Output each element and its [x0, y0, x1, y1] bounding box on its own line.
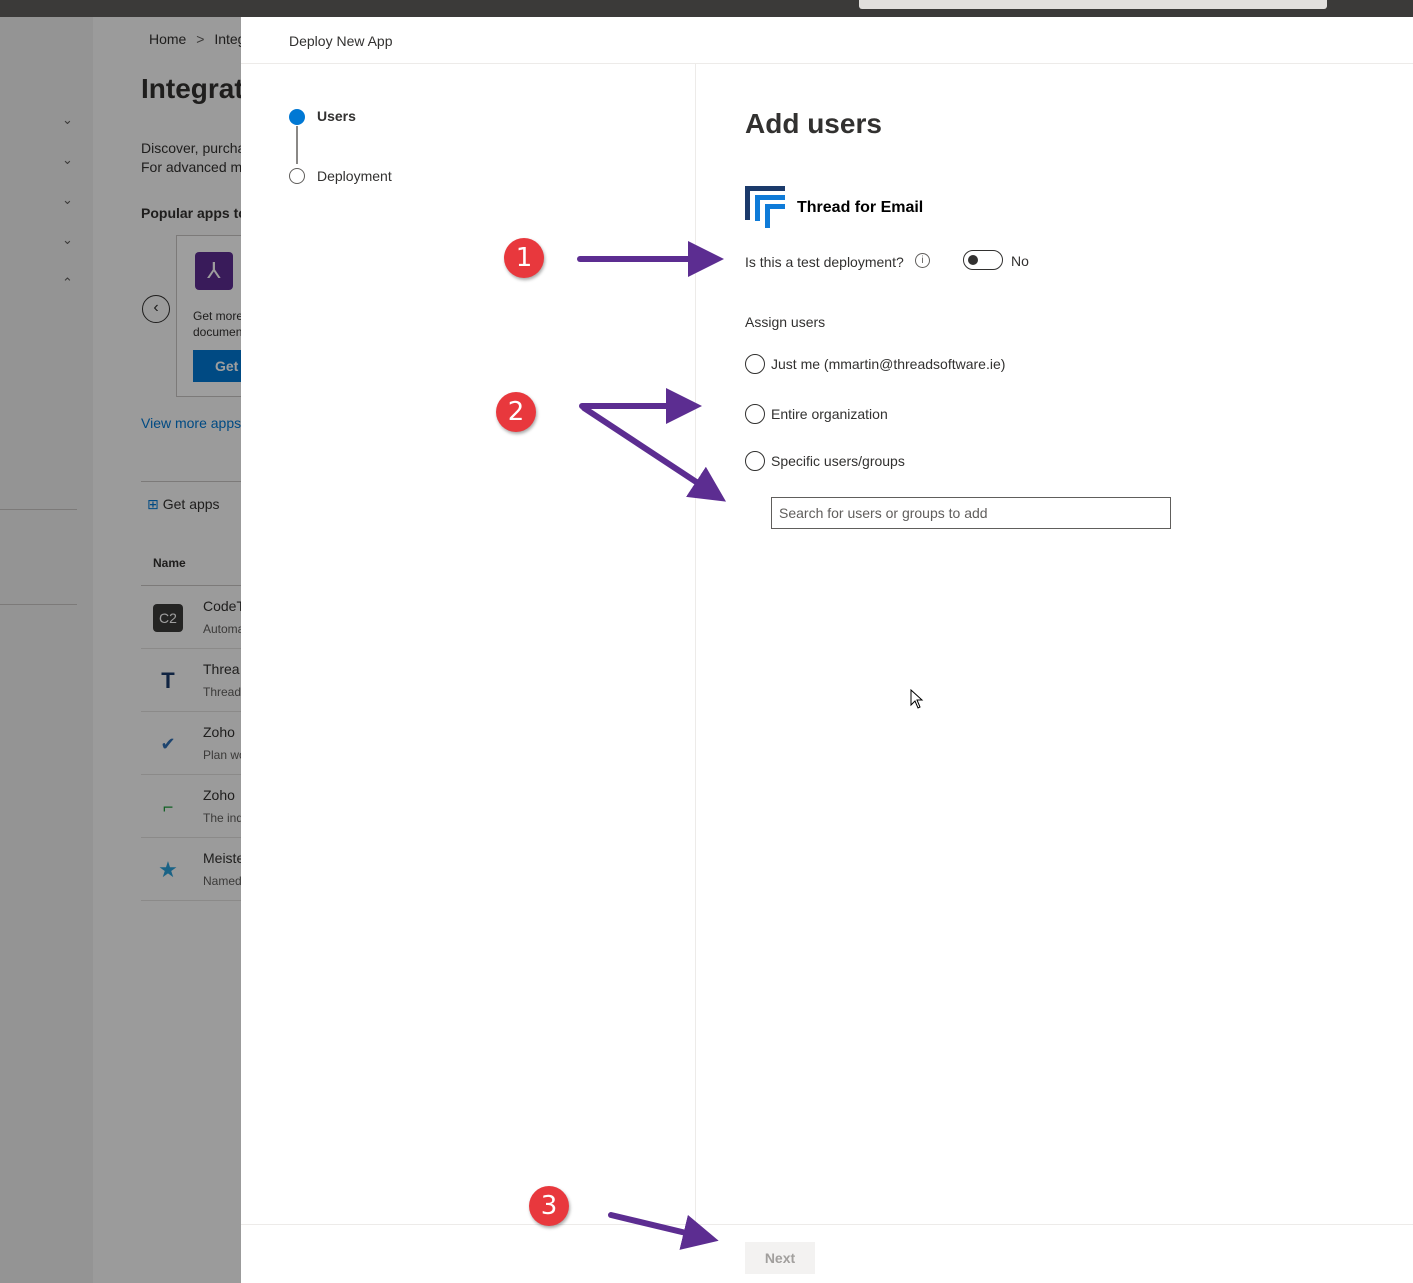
radio-entire-organization[interactable]	[745, 404, 765, 424]
global-search-bar[interactable]	[859, 0, 1327, 9]
step-connector	[296, 126, 298, 164]
next-button[interactable]: Next	[745, 1242, 815, 1274]
option-label: Just me (mmartin@threadsoftware.ie)	[771, 356, 1006, 372]
top-bar	[0, 0, 1413, 17]
step-deployment-indicator	[289, 168, 305, 184]
toggle-state-label: No	[1011, 253, 1029, 269]
wizard-steps: Users Deployment	[241, 64, 696, 1224]
app-name: Thread for Email	[797, 199, 924, 216]
info-icon[interactable]: i	[915, 253, 930, 268]
section-heading: Add users	[745, 108, 882, 139]
test-deployment-toggle[interactable]	[963, 250, 1003, 270]
panel-header: Deploy New App	[241, 17, 1413, 64]
panel-title: Deploy New App	[289, 33, 393, 49]
users-groups-search-input[interactable]	[771, 497, 1171, 529]
option-label: Specific users/groups	[771, 453, 905, 469]
annotation-badge-1: 1	[504, 238, 544, 278]
option-label: Entire organization	[771, 406, 888, 422]
toggle-knob	[968, 255, 978, 265]
add-users-section: Add users Thread for Email Is this a tes…	[696, 64, 1413, 1224]
annotation-badge-3: 3	[529, 1186, 569, 1226]
step-users-indicator	[289, 109, 305, 125]
step-deployment-label[interactable]: Deployment	[317, 168, 392, 184]
step-users-label[interactable]: Users	[317, 108, 356, 124]
annotation-badge-2: 2	[496, 392, 536, 432]
radio-specific-users[interactable]	[745, 451, 765, 471]
test-deployment-label: Is this a test deployment?	[745, 254, 904, 270]
assign-users-label: Assign users	[745, 314, 826, 330]
deploy-new-app-panel: Deploy New App Users Deployment Add user…	[241, 17, 1413, 1283]
mouse-cursor-icon	[910, 689, 924, 709]
modal-overlay[interactable]	[0, 17, 241, 1283]
panel-footer: Next	[241, 1224, 1413, 1283]
thread-logo-icon	[745, 186, 785, 228]
radio-just-me[interactable]	[745, 354, 765, 374]
